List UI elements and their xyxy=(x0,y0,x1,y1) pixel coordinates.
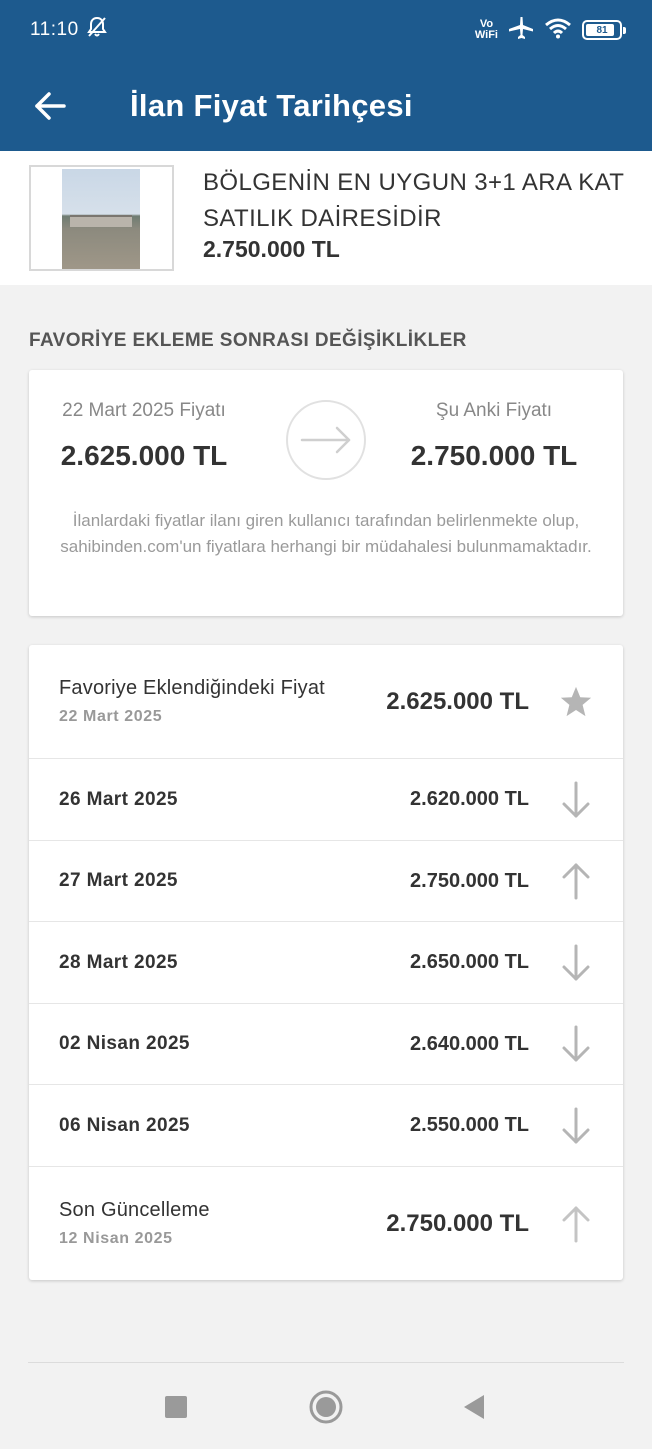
disclaimer-text: İlanlardaki fiyatlar ilanı giren kullanı… xyxy=(60,511,592,556)
last-update-date: 12 Nisan 2025 xyxy=(59,1230,173,1247)
price-history-list: Favoriye Eklendiğindeki Fiyat 22 Mart 20… xyxy=(29,645,623,1280)
history-row: 28 Mart 2025 2.650.000 TL xyxy=(29,922,623,1004)
price-comparison-card: 22 Mart 2025 Fiyatı 2.625.000 TL Şu Anki… xyxy=(29,370,623,616)
history-row-last-update: Son Güncelleme 12 Nisan 2025 2.750.000 T… xyxy=(29,1167,623,1280)
circle-home-icon xyxy=(309,1390,343,1424)
history-row-date: 27 Mart 2025 xyxy=(59,870,178,891)
favorite-row-price: 2.625.000 TL xyxy=(386,687,529,715)
history-row-price: 2.650.000 TL xyxy=(410,951,529,973)
last-update-price: 2.750.000 TL xyxy=(386,1209,529,1237)
history-row-price: 2.620.000 TL xyxy=(410,788,529,810)
battery-icon: 81 xyxy=(582,20,626,40)
favorite-price-label: 22 Mart 2025 Fiyatı xyxy=(62,400,226,421)
current-price-block: Şu Anki Fiyatı 2.750.000 TL xyxy=(379,400,609,472)
current-price-label: Şu Anki Fiyatı xyxy=(435,400,553,421)
arrow-down-icon xyxy=(559,1106,593,1146)
history-row-date: 02 Nisan 2025 xyxy=(59,1033,190,1054)
recent-apps-button[interactable] xyxy=(154,1385,198,1429)
arrow-left-icon xyxy=(35,91,66,120)
status-time: 11:10 xyxy=(30,19,79,40)
battery-level: 81 xyxy=(596,24,608,36)
history-row: 26 Mart 2025 2.620.000 TL xyxy=(29,759,623,841)
favorite-row-date: 22 Mart 2025 xyxy=(59,708,163,725)
last-update-label: Son Güncelleme xyxy=(59,1199,210,1221)
page-title: İlan Fiyat Tarihçesi xyxy=(130,87,413,123)
arrow-down-icon xyxy=(559,943,593,983)
listing-price: 2.750.000 TL xyxy=(203,236,340,262)
home-button[interactable] xyxy=(304,1385,348,1429)
favorite-price-block: 22 Mart 2025 Fiyatı 2.625.000 TL xyxy=(29,400,259,472)
history-row-date: 28 Mart 2025 xyxy=(59,951,178,973)
mute-notifications-icon xyxy=(86,16,107,44)
vowifi-indicator: Vo WiFi xyxy=(474,18,498,41)
history-row-price: 2.750.000 TL xyxy=(410,869,529,892)
listing-thumbnail[interactable] xyxy=(29,165,174,271)
history-row: 06 Nisan 2025 2.550.000 TL xyxy=(29,1085,623,1167)
app-bar: İlan Fiyat Tarihçesi xyxy=(0,60,652,151)
arrow-up-icon xyxy=(559,1204,593,1244)
airplane-mode-icon xyxy=(508,16,534,45)
star-icon xyxy=(559,682,593,722)
back-nav-button[interactable] xyxy=(452,1385,496,1429)
history-row-price: 2.550.000 TL xyxy=(410,1114,529,1136)
section-heading: FAVORİYE EKLEME SONRASI DEĞİŞİKLİKLER xyxy=(29,330,467,351)
wifi-icon xyxy=(544,17,572,44)
current-price-value: 2.750.000 TL xyxy=(410,440,578,471)
favorite-row-label: Favoriye Eklendiğindeki Fiyat xyxy=(59,677,325,699)
square-icon xyxy=(165,1396,187,1418)
arrow-down-icon xyxy=(559,780,593,820)
triangle-back-icon xyxy=(464,1395,484,1419)
history-row-favorite: Favoriye Eklendiğindeki Fiyat 22 Mart 20… xyxy=(29,645,623,759)
arrow-right-icon xyxy=(286,400,366,480)
listing-summary[interactable]: BÖLGENİN EN UYGUN 3+1 ARA KAT SATILIK DA… xyxy=(0,151,652,285)
arrow-up-icon xyxy=(559,861,593,901)
favorite-price-value: 2.625.000 TL xyxy=(60,440,228,471)
history-row-price: 2.640.000 TL xyxy=(410,1032,529,1055)
app-header: 11:10 Vo WiFi 81 İlan Fiyat Tarihçesi xyxy=(0,0,652,151)
status-bar: 11:10 Vo WiFi 81 xyxy=(0,0,652,60)
back-button[interactable] xyxy=(0,60,100,151)
history-row: 02 Nisan 2025 2.640.000 TL xyxy=(29,1004,623,1085)
history-row-date: 26 Mart 2025 xyxy=(59,788,178,810)
listing-photo xyxy=(62,169,140,269)
system-navigation-bar xyxy=(0,1363,652,1449)
arrow-down-icon xyxy=(559,1024,593,1064)
listing-title: BÖLGENİN EN UYGUN 3+1 ARA KAT SATILIK DA… xyxy=(203,169,624,232)
history-row: 27 Mart 2025 2.750.000 TL xyxy=(29,841,623,922)
history-row-date: 06 Nisan 2025 xyxy=(59,1114,190,1136)
